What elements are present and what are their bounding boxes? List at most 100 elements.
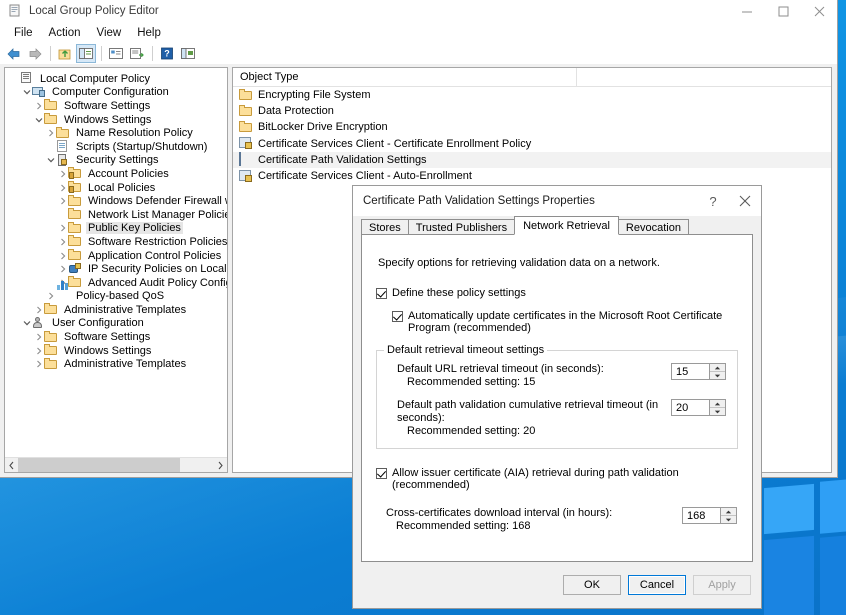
chevron-down-icon[interactable] xyxy=(21,86,32,99)
scroll-left-icon[interactable] xyxy=(5,458,18,472)
tree-item[interactable]: Local Computer Policy xyxy=(5,72,227,86)
chevron-right-icon[interactable] xyxy=(45,127,56,140)
policy-tree[interactable]: Local Computer PolicyComputer Configurat… xyxy=(5,68,227,371)
tree-item[interactable]: Policy-based QoS xyxy=(5,290,227,304)
close-icon[interactable] xyxy=(801,0,837,22)
maximize-icon[interactable] xyxy=(765,0,801,22)
tree-item[interactable]: Account Policies xyxy=(5,167,227,181)
dialog-close-icon[interactable] xyxy=(729,186,761,216)
path-timeout-spin-down-icon[interactable] xyxy=(710,408,725,415)
tab-revocation[interactable]: Revocation xyxy=(618,219,689,235)
auto-update-checkbox[interactable] xyxy=(392,311,403,322)
tree-item[interactable]: Administrative Templates xyxy=(5,303,227,317)
path-timeout-input[interactable] xyxy=(671,399,709,416)
help-question-icon[interactable]: ? xyxy=(697,186,729,216)
chevron-down-icon[interactable] xyxy=(45,154,56,167)
tab-trusted-publishers[interactable]: Trusted Publishers xyxy=(408,219,515,235)
tab-stores[interactable]: Stores xyxy=(361,219,409,235)
url-timeout-spinner[interactable] xyxy=(671,363,727,380)
path-timeout-spinner[interactable] xyxy=(671,399,727,416)
list-item[interactable]: Data Protection xyxy=(233,103,831,119)
scroll-thumb[interactable] xyxy=(18,458,180,472)
ok-button[interactable]: OK xyxy=(563,575,621,595)
chevron-right-icon[interactable] xyxy=(57,263,68,276)
chevron-right-icon[interactable] xyxy=(33,303,44,316)
cancel-button[interactable]: Cancel xyxy=(628,575,686,595)
list-item[interactable]: BitLocker Drive Encryption xyxy=(233,119,831,135)
cross-cert-spinner[interactable] xyxy=(682,507,738,524)
chevron-right-icon[interactable] xyxy=(57,181,68,194)
tree-item[interactable]: Security Settings xyxy=(5,154,227,168)
menu-item-view[interactable]: View xyxy=(89,25,130,41)
tree-item[interactable]: Windows Settings xyxy=(5,113,227,127)
tree-item[interactable]: Windows Defender Firewall with Adv xyxy=(5,194,227,208)
tree-item[interactable]: Local Policies xyxy=(5,181,227,195)
back-icon[interactable] xyxy=(4,44,24,63)
tree-item[interactable]: IP Security Policies on Local Comput xyxy=(5,262,227,276)
show-tree-icon[interactable] xyxy=(76,44,96,63)
chevron-down-icon[interactable] xyxy=(21,317,32,330)
chevron-right-icon[interactable] xyxy=(33,358,44,371)
chevron-right-icon[interactable] xyxy=(45,290,56,303)
tree-item[interactable]: Software Settings xyxy=(5,330,227,344)
tree-item[interactable]: Advanced Audit Policy Configuration xyxy=(5,276,227,290)
tree-item[interactable]: Name Resolution Policy xyxy=(5,126,227,140)
chevron-right-icon[interactable] xyxy=(57,167,68,180)
menu-item-action[interactable]: Action xyxy=(41,25,89,41)
tree-item[interactable]: Application Control Policies xyxy=(5,249,227,263)
define-policy-checkbox[interactable] xyxy=(376,288,387,299)
chevron-right-icon[interactable] xyxy=(57,222,68,235)
menu-item-file[interactable]: File xyxy=(6,25,41,41)
url-timeout-spin-up-icon[interactable] xyxy=(710,364,725,372)
object-list[interactable]: Encrypting File SystemData ProtectionBit… xyxy=(233,87,831,184)
cross-cert-spin-down-icon[interactable] xyxy=(721,516,736,523)
path-timeout-spin-buttons[interactable] xyxy=(709,399,726,416)
tab-network-retrieval[interactable]: Network Retrieval xyxy=(514,216,619,235)
properties-icon[interactable] xyxy=(106,44,126,63)
tree-item[interactable]: Software Settings xyxy=(5,99,227,113)
list-item[interactable]: Certificate Services Client - Auto-Enrol… xyxy=(233,168,831,184)
list-column-header[interactable]: Object Type xyxy=(233,68,831,87)
menu-item-help[interactable]: Help xyxy=(129,25,169,41)
tree-item[interactable]: Public Key Policies xyxy=(5,222,227,236)
tree-item[interactable]: Windows Settings xyxy=(5,344,227,358)
list-item[interactable]: Encrypting File System xyxy=(233,87,831,103)
url-timeout-input[interactable] xyxy=(671,363,709,380)
up-folder-icon[interactable] xyxy=(55,44,75,63)
url-timeout-spin-down-icon[interactable] xyxy=(710,372,725,379)
auto-update-checkbox-row[interactable]: Automatically update certificates in the… xyxy=(392,310,738,334)
chevron-right-icon[interactable] xyxy=(33,99,44,112)
help-icon[interactable]: ? xyxy=(157,44,177,63)
tree-item[interactable]: Scripts (Startup/Shutdown) xyxy=(5,140,227,154)
cross-cert-spin-buttons[interactable] xyxy=(720,507,737,524)
console-view-icon[interactable] xyxy=(178,44,198,63)
tree-item[interactable]: Administrative Templates xyxy=(5,357,227,371)
allow-aia-checkbox-row[interactable]: Allow issuer certificate (AIA) retrieval… xyxy=(376,467,738,491)
export-list-icon[interactable] xyxy=(127,44,147,63)
chevron-right-icon[interactable] xyxy=(33,331,44,344)
apply-button[interactable]: Apply xyxy=(693,575,751,595)
path-timeout-spin-up-icon[interactable] xyxy=(710,400,725,408)
chevron-down-icon[interactable] xyxy=(33,113,44,126)
url-timeout-spin-buttons[interactable] xyxy=(709,363,726,380)
minimize-icon[interactable] xyxy=(729,0,765,22)
chevron-right-icon[interactable] xyxy=(57,249,68,262)
tree-item[interactable]: User Configuration xyxy=(5,317,227,331)
cross-cert-input[interactable] xyxy=(682,507,720,524)
scroll-track[interactable] xyxy=(18,458,214,472)
forward-icon[interactable] xyxy=(25,44,45,63)
chevron-right-icon[interactable] xyxy=(57,235,68,248)
list-item[interactable]: Certificate Services Client - Certificat… xyxy=(233,136,831,152)
scroll-right-icon[interactable] xyxy=(214,458,227,472)
allow-aia-checkbox[interactable] xyxy=(376,468,387,479)
chevron-right-icon[interactable] xyxy=(33,344,44,357)
define-policy-checkbox-row[interactable]: Define these policy settings xyxy=(376,287,738,299)
column-header-object-type[interactable]: Object Type xyxy=(233,68,577,86)
tree-item[interactable]: Software Restriction Policies xyxy=(5,235,227,249)
chevron-right-icon[interactable] xyxy=(57,195,68,208)
tree-horizontal-scrollbar[interactable] xyxy=(5,457,227,472)
tree-item[interactable]: Network List Manager Policies xyxy=(5,208,227,222)
list-item[interactable]: Certificate Path Validation Settings xyxy=(233,152,831,168)
cross-cert-spin-up-icon[interactable] xyxy=(721,508,736,516)
dialog-tabs[interactable]: StoresTrusted PublishersNetwork Retrieva… xyxy=(353,216,761,235)
